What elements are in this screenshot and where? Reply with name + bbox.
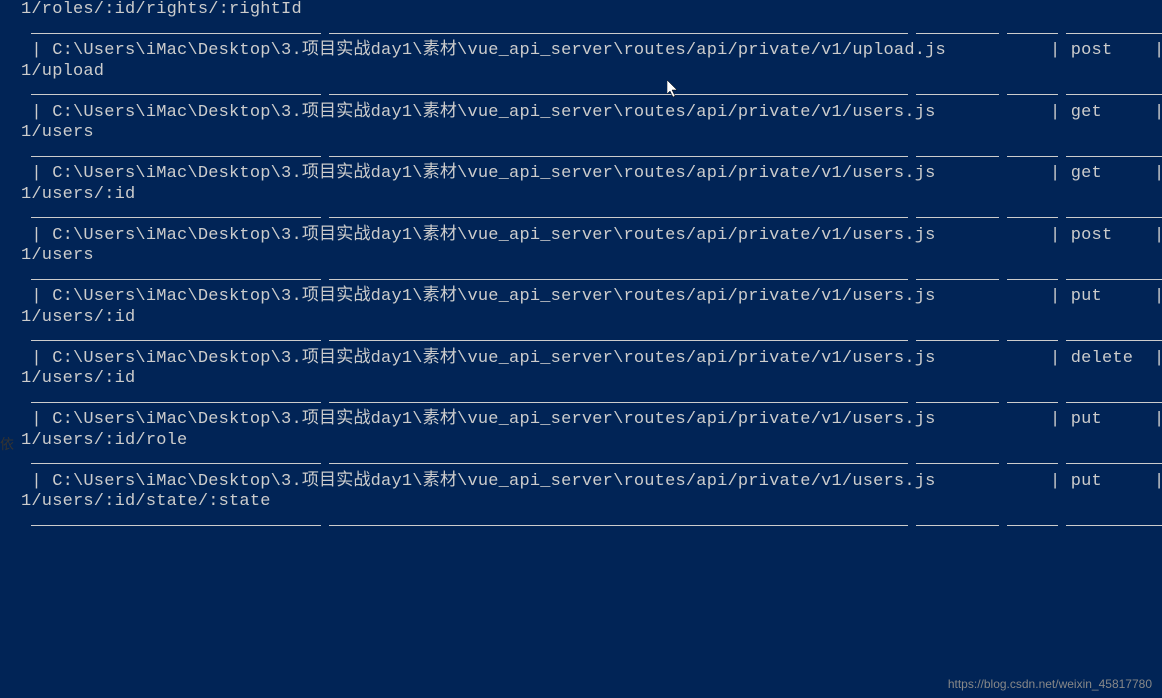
http-method: | put bbox=[1040, 472, 1144, 491]
route-row-continuation: 1/users/:id bbox=[21, 185, 1162, 206]
http-method: | get bbox=[1040, 103, 1144, 122]
table-separator bbox=[21, 513, 1162, 534]
file-path: | C:\Users\iMac\Desktop\3.项目实战day1\素材\vu… bbox=[21, 287, 1040, 306]
table-separator bbox=[21, 82, 1162, 103]
table-separator bbox=[21, 205, 1162, 226]
route-row-continuation: 1/roles/:id/rights/:rightId bbox=[21, 0, 1162, 21]
left-truncated-text: 依 bbox=[0, 436, 14, 457]
table-separator bbox=[21, 328, 1162, 349]
file-path: | C:\Users\iMac\Desktop\3.项目实战day1\素材\vu… bbox=[21, 349, 1040, 368]
watermark: https://blog.csdn.net/weixin_45817780 bbox=[948, 674, 1152, 695]
api-path: | /api/ bbox=[1144, 472, 1162, 491]
http-method: | post bbox=[1040, 41, 1144, 60]
http-method: | get bbox=[1040, 164, 1144, 183]
table-separator bbox=[21, 267, 1162, 288]
file-path: | C:\Users\iMac\Desktop\3.项目实战day1\素材\vu… bbox=[21, 41, 1040, 60]
api-path: | /api/ bbox=[1144, 410, 1162, 429]
route-row: | C:\Users\iMac\Desktop\3.项目实战day1\素材\vu… bbox=[21, 472, 1162, 493]
http-method: | post bbox=[1040, 226, 1144, 245]
route-row: | C:\Users\iMac\Desktop\3.项目实战day1\素材\vu… bbox=[21, 287, 1162, 308]
http-method: | put bbox=[1040, 410, 1144, 429]
api-path: | /api/ bbox=[1144, 164, 1162, 183]
file-path: | C:\Users\iMac\Desktop\3.项目实战day1\素材\vu… bbox=[21, 226, 1040, 245]
file-path: | C:\Users\iMac\Desktop\3.项目实战day1\素材\vu… bbox=[21, 410, 1040, 429]
route-row-continuation: 1/users bbox=[21, 123, 1162, 144]
api-path: | /api/ bbox=[1144, 287, 1162, 306]
route-row-continuation: 1/upload bbox=[21, 62, 1162, 83]
route-row: | C:\Users\iMac\Desktop\3.项目实战day1\素材\vu… bbox=[21, 103, 1162, 124]
table-separator bbox=[21, 451, 1162, 472]
table-separator bbox=[21, 144, 1162, 165]
route-row: | C:\Users\iMac\Desktop\3.项目实战day1\素材\vu… bbox=[21, 410, 1162, 431]
api-path: | /api/ bbox=[1144, 103, 1162, 122]
api-path: | /api/ bbox=[1144, 349, 1162, 368]
route-row: | C:\Users\iMac\Desktop\3.项目实战day1\素材\vu… bbox=[21, 349, 1162, 370]
route-row: | C:\Users\iMac\Desktop\3.项目实战day1\素材\vu… bbox=[21, 164, 1162, 185]
terminal-output[interactable]: 1/roles/:id/rights/:rightId | C:\Users\i… bbox=[0, 0, 1162, 533]
route-row: | C:\Users\iMac\Desktop\3.项目实战day1\素材\vu… bbox=[21, 41, 1162, 62]
http-method: | delete bbox=[1040, 349, 1144, 368]
route-row-continuation: 1/users bbox=[21, 246, 1162, 267]
api-path: | /api/ bbox=[1144, 41, 1162, 60]
table-separator bbox=[21, 390, 1162, 411]
route-row: | C:\Users\iMac\Desktop\3.项目实战day1\素材\vu… bbox=[21, 226, 1162, 247]
file-path: | C:\Users\iMac\Desktop\3.项目实战day1\素材\vu… bbox=[21, 472, 1040, 491]
file-path: | C:\Users\iMac\Desktop\3.项目实战day1\素材\vu… bbox=[21, 103, 1040, 122]
file-path: | C:\Users\iMac\Desktop\3.项目实战day1\素材\vu… bbox=[21, 164, 1040, 183]
http-method: | put bbox=[1040, 287, 1144, 306]
table-separator bbox=[21, 21, 1162, 42]
route-row-continuation: 1/users/:id bbox=[21, 369, 1162, 390]
route-row-continuation: 1/users/:id/state/:state bbox=[21, 492, 1162, 513]
route-row-continuation: 1/users/:id/role bbox=[21, 431, 1162, 452]
api-path: | /api/ bbox=[1144, 226, 1162, 245]
route-row-continuation: 1/users/:id bbox=[21, 308, 1162, 329]
